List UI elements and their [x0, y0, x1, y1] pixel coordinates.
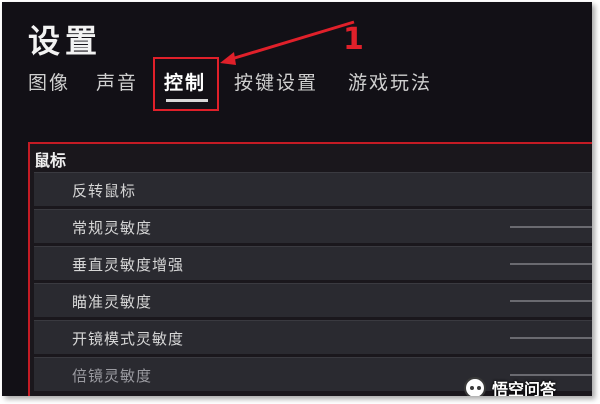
annotation-number: 1 [343, 22, 364, 57]
wukong-logo-icon [464, 377, 486, 396]
sensitivity-slider[interactable] [510, 263, 592, 265]
settings-row-scope-mode-sensitivity[interactable]: 开镜模式灵敏度 [34, 320, 592, 354]
section-header-mouse: 鼠标 [34, 151, 67, 170]
row-label: 开镜模式灵敏度 [72, 330, 185, 348]
annotation-arrow-icon [220, 20, 355, 65]
watermark: 悟空问答 [464, 376, 556, 396]
sensitivity-slider[interactable] [510, 337, 592, 339]
sensitivity-slider[interactable] [510, 226, 592, 228]
watermark-text: 悟空问答 [492, 380, 557, 396]
settings-row-general-sensitivity[interactable]: 常规灵敏度 [34, 209, 592, 243]
row-label: 反转鼠标 [72, 182, 137, 200]
sensitivity-slider[interactable] [510, 300, 592, 302]
settings-row-vertical-boost[interactable]: 垂直灵敏度增强 [34, 246, 592, 280]
row-label: 瞄准灵敏度 [72, 293, 153, 311]
row-label: 倍镜灵敏度 [72, 367, 153, 385]
settings-row-invert-mouse[interactable]: 反转鼠标 [34, 172, 592, 206]
row-label: 垂直灵敏度增强 [72, 256, 185, 274]
mouse-settings-panel: 鼠标 反转鼠标 常规灵敏度 垂直灵敏度增强 瞄准灵敏度 开镜模式灵敏度 倍镜灵敏… [28, 142, 592, 396]
settings-row-aim-sensitivity[interactable]: 瞄准灵敏度 [34, 283, 592, 317]
settings-window: 设置 图像 声音 控制 按键设置 游戏玩法 1 鼠标 反转鼠标 常规灵敏度 垂直… [2, 2, 592, 396]
row-label: 常规灵敏度 [72, 219, 153, 237]
